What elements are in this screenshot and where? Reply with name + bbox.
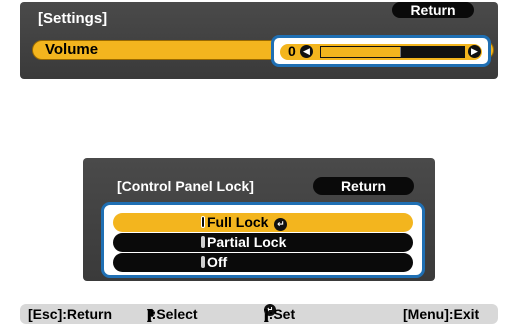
lock-options-frame: Full Lock ↵ Partial Lock Off — [101, 202, 425, 278]
help-esc-return: [Esc]:Return — [28, 306, 113, 322]
volume-control[interactable]: 0 ◀ ▶ — [271, 35, 491, 67]
left-arrow-circle-icon[interactable]: ◀ — [300, 45, 313, 58]
option-label: Off — [207, 254, 228, 270]
volume-row[interactable]: Volume 0 ◀ ▶ — [32, 35, 494, 67]
settings-title: [Settings] — [38, 10, 108, 27]
option-marker-icon — [201, 216, 205, 228]
option-label: Full Lock — [207, 214, 269, 230]
enter-circle-icon: ↵ — [274, 218, 288, 231]
help-menu-exit: [Menu]:Exit — [403, 306, 480, 322]
lock-dialog-title: [Control Panel Lock] — [117, 178, 254, 194]
help-bar: [Esc]:Return [⬍]:Select [↵]:Set [Menu]:E… — [20, 304, 498, 324]
control-panel-lock-dialog: [Control Panel Lock] Return Full Lock ↵ P… — [83, 158, 435, 281]
lock-return-button[interactable]: Return — [313, 177, 414, 195]
option-label: Partial Lock — [207, 234, 287, 250]
volume-control-body: 0 ◀ ▶ — [280, 43, 482, 60]
settings-return-button[interactable]: Return — [392, 2, 474, 18]
volume-slider-fill — [321, 47, 402, 57]
settings-panel: [Settings] Return Volume 0 ◀ ▶ — [20, 2, 498, 79]
right-arrow-circle-icon[interactable]: ▶ — [468, 45, 481, 58]
option-full-lock[interactable]: Full Lock ↵ — [113, 213, 413, 232]
help-set-label: ]:Set — [264, 306, 296, 322]
option-off[interactable]: Off — [113, 253, 413, 272]
volume-value: 0 — [288, 43, 296, 59]
volume-label: Volume — [45, 41, 99, 58]
help-select-label: ]:Select — [147, 306, 198, 322]
option-marker-icon — [201, 256, 205, 268]
option-partial-lock[interactable]: Partial Lock — [113, 233, 413, 252]
volume-slider[interactable] — [320, 46, 465, 58]
option-marker-icon — [201, 236, 205, 248]
